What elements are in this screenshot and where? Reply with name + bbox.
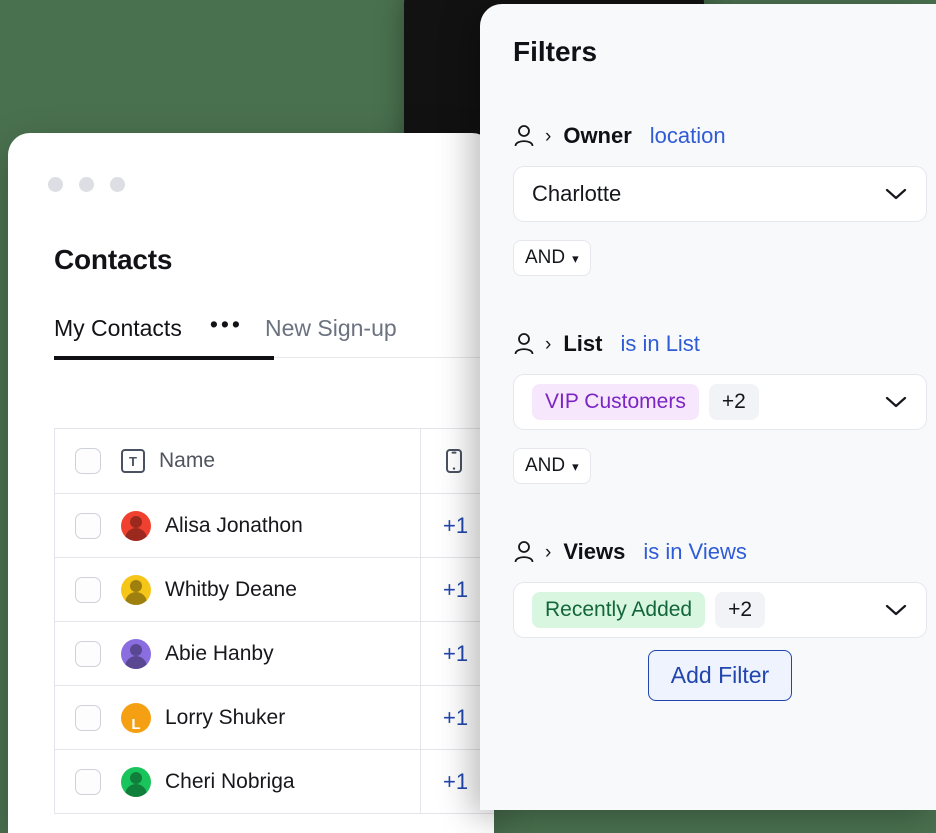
overflow-count-chip[interactable]: +2 — [708, 384, 759, 420]
value-chip[interactable]: VIP Customers — [532, 384, 699, 420]
column-header-name[interactable]: T Name — [121, 429, 421, 493]
caret-down-icon: ▾ — [572, 458, 579, 474]
connector-and-owner[interactable]: AND ▾ — [513, 240, 591, 276]
contacts-window: Contacts My Contacts ••• New Sign-up T N… — [8, 133, 494, 833]
filter-operator[interactable]: is in List — [620, 331, 699, 357]
chevron-right-icon: › — [545, 333, 552, 355]
row-name-cell: Cheri Nobriga — [121, 750, 421, 813]
text-type-icon: T — [121, 449, 145, 473]
window-dot-close[interactable] — [48, 177, 63, 192]
owner-selected-value: Charlotte — [532, 181, 622, 206]
caret-down-icon: ▾ — [572, 250, 579, 266]
column-header-name-label: Name — [159, 449, 216, 472]
connector-and-list[interactable]: AND ▾ — [513, 448, 591, 484]
filter-field-name: Owner — [563, 123, 632, 148]
table-row[interactable]: L Lorry Shuker +1 — [55, 686, 494, 750]
row-select-cell — [55, 640, 121, 667]
contact-name: Alisa Jonathon — [165, 513, 303, 537]
filter-group-owner: › Owner location Charlotte AND ▾ — [513, 122, 927, 276]
row-name-cell: L Lorry Shuker — [121, 686, 421, 749]
avatar — [121, 574, 151, 605]
row-select-cell — [55, 768, 121, 795]
row-select-cell — [55, 512, 121, 539]
window-dot-minimize[interactable] — [79, 177, 94, 192]
table-row[interactable]: Alisa Jonathon +1 — [55, 494, 494, 558]
chevron-right-icon: › — [545, 541, 552, 563]
person-icon — [514, 125, 534, 147]
row-name-cell: Abie Hanby — [121, 622, 421, 685]
filter-label-row: › Views is in Views — [513, 538, 903, 566]
table-row[interactable]: Whitby Deane +1 — [55, 558, 494, 622]
contact-phone: +1 — [443, 512, 469, 538]
contacts-table: T Name Alisa Jonathon +1 Whitby Deane +1… — [54, 428, 494, 814]
filter-label-row: › Owner location — [513, 122, 903, 150]
tab-new-signup[interactable]: New Sign-up — [265, 315, 397, 342]
views-value-select[interactable]: Recently Added +2 — [513, 582, 927, 638]
avatar — [121, 638, 151, 669]
owner-value-select[interactable]: Charlotte — [513, 166, 927, 222]
avatar — [121, 766, 151, 797]
tab-bar: My Contacts ••• New Sign-up — [54, 313, 397, 342]
list-value-select[interactable]: VIP Customers +2 — [513, 374, 927, 430]
tab-bar-divider — [274, 357, 494, 358]
contact-name: Lorry Shuker — [165, 705, 286, 729]
contact-phone: +1 — [443, 640, 469, 666]
row-checkbox[interactable] — [75, 640, 101, 667]
contact-phone: +1 — [443, 704, 469, 730]
contact-phone: +1 — [443, 768, 469, 794]
connector-label: AND — [525, 455, 566, 476]
person-icon — [514, 541, 534, 563]
row-checkbox[interactable] — [75, 704, 101, 731]
row-select-cell — [55, 576, 121, 603]
person-icon — [514, 333, 534, 355]
filter-group-list: › List is in List VIP Customers +2 AND ▾ — [513, 330, 927, 484]
row-name-cell: Alisa Jonathon — [121, 494, 421, 557]
contact-name: Cheri Nobriga — [165, 769, 295, 793]
screen-root: Contacts My Contacts ••• New Sign-up T N… — [0, 0, 936, 833]
add-filter-wrap: Add Filter — [513, 650, 927, 701]
select-all-cell — [55, 448, 121, 474]
mobile-phone-icon — [446, 449, 462, 473]
chevron-down-icon — [885, 188, 907, 200]
chevron-down-icon — [885, 604, 907, 616]
row-checkbox[interactable] — [75, 576, 101, 603]
contact-name: Whitby Deane — [165, 577, 297, 601]
filter-operator[interactable]: is in Views — [643, 539, 747, 565]
table-header-row: T Name — [55, 429, 494, 494]
window-dot-maximize[interactable] — [110, 177, 125, 192]
row-checkbox[interactable] — [75, 512, 101, 539]
filters-title: Filters — [513, 36, 598, 67]
add-filter-button[interactable]: Add Filter — [647, 650, 793, 701]
value-chip[interactable]: Recently Added — [532, 592, 706, 628]
connector-label: AND — [525, 247, 566, 268]
filter-label-row: › List is in List — [513, 330, 903, 358]
tab-my-contacts[interactable]: My Contacts — [54, 315, 182, 342]
row-name-cell: Whitby Deane — [121, 558, 421, 621]
chevron-right-icon: › — [545, 125, 552, 147]
row-checkbox[interactable] — [75, 768, 101, 795]
select-all-checkbox[interactable] — [75, 448, 101, 474]
chevron-down-icon — [885, 396, 907, 408]
table-row[interactable]: Abie Hanby +1 — [55, 622, 494, 686]
filter-field-name: Views — [563, 539, 626, 564]
avatar — [121, 510, 151, 541]
row-select-cell — [55, 704, 121, 731]
contact-phone: +1 — [443, 576, 469, 602]
table-row[interactable]: Cheri Nobriga +1 — [55, 750, 494, 814]
window-traffic-lights — [48, 177, 125, 192]
page-title: Contacts — [54, 244, 173, 275]
tab-overflow-menu-icon[interactable]: ••• — [210, 313, 243, 336]
contact-name: Abie Hanby — [165, 641, 274, 665]
active-tab-underline — [54, 356, 274, 360]
filter-group-views: › Views is in Views Recently Added +2 — [513, 538, 927, 638]
filters-panel: Filters › Owner location Charlotte AND ▾… — [480, 4, 936, 810]
avatar: L — [121, 702, 151, 733]
filter-operator[interactable]: location — [650, 123, 726, 149]
filter-field-name: List — [563, 331, 603, 356]
overflow-count-chip[interactable]: +2 — [715, 592, 766, 628]
